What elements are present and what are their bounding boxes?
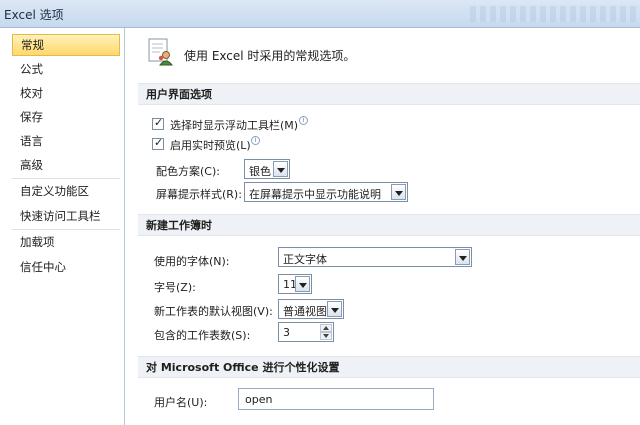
spinner-up-icon[interactable]	[320, 324, 332, 332]
screentip-style-value: 在屏幕提示中显示功能说明	[249, 188, 381, 201]
color-scheme-label: 配色方案(C):	[156, 165, 220, 178]
username-value: open	[245, 393, 273, 406]
font-value: 正文字体	[283, 253, 327, 266]
section-header-ui-options: 用户界面选项	[138, 83, 640, 105]
sidebar-item-customize-ribbon[interactable]: 自定义功能区	[12, 180, 120, 202]
font-size-label: 字号(Z):	[154, 281, 196, 294]
sheet-count-value: 3	[283, 326, 290, 339]
font-select[interactable]: 正文字体	[278, 247, 472, 267]
default-view-select[interactable]: 普通视图	[278, 299, 344, 319]
default-view-label: 新工作表的默认视图(V):	[154, 305, 273, 318]
font-label: 使用的字体(N):	[154, 255, 230, 268]
chevron-down-icon[interactable]	[295, 276, 310, 292]
sidebar-item-language[interactable]: 语言	[12, 130, 120, 152]
sheet-count-label: 包含的工作表数(S):	[154, 329, 251, 342]
titlebar-decoration	[470, 6, 640, 22]
intro-text: 使用 Excel 时采用的常规选项。	[184, 49, 356, 63]
checkmark-icon: ✓	[154, 116, 164, 129]
sidebar-item-trust-center[interactable]: 信任中心	[12, 256, 120, 278]
window-title: Excel 选项	[4, 8, 64, 22]
mini-toolbar-label: 选择时显示浮动工具栏(M)	[170, 119, 299, 132]
checkmark-icon: ✓	[154, 136, 164, 149]
title-bar: Excel 选项	[0, 0, 640, 28]
sidebar-item-advanced[interactable]: 高级	[12, 154, 120, 176]
chevron-down-icon[interactable]	[327, 301, 342, 317]
sidebar-item-formulas[interactable]: 公式	[12, 58, 120, 80]
color-scheme-select[interactable]: 银色	[244, 159, 290, 179]
options-content: 使用 Excel 时采用的常规选项。 用户界面选项 ✓ 选择时显示浮动工具栏(M…	[126, 28, 640, 425]
info-icon[interactable]: i	[251, 136, 260, 145]
font-size-select[interactable]: 11	[278, 274, 312, 294]
sidebar-item-save[interactable]: 保存	[12, 106, 120, 128]
sidebar-item-add-ins[interactable]: 加载项	[12, 231, 120, 253]
sidebar-divider	[12, 178, 120, 179]
spinner-buttons	[320, 324, 332, 340]
chevron-down-icon[interactable]	[455, 249, 470, 265]
screentip-style-label: 屏幕提示样式(R):	[156, 188, 242, 201]
color-scheme-value: 银色	[249, 165, 271, 178]
mini-toolbar-checkbox[interactable]: ✓	[152, 116, 164, 130]
live-preview-checkbox[interactable]: ✓	[152, 136, 164, 150]
sidebar-item-proofing[interactable]: 校对	[12, 82, 120, 104]
username-label: 用户名(U):	[154, 396, 208, 409]
screentip-style-select[interactable]: 在屏幕提示中显示功能说明	[244, 182, 408, 202]
sheet-count-spinner[interactable]: 3	[278, 322, 334, 342]
sidebar-item-quick-access-toolbar[interactable]: 快速访问工具栏	[12, 205, 120, 227]
default-view-value: 普通视图	[283, 305, 327, 318]
spinner-down-icon[interactable]	[320, 332, 332, 340]
chevron-down-icon[interactable]	[273, 161, 288, 177]
sidebar-divider	[12, 229, 120, 230]
section-header-new-workbook: 新建工作簿时	[138, 214, 640, 236]
section-header-personalize: 对 Microsoft Office 进行个性化设置	[138, 356, 640, 378]
general-options-icon	[148, 38, 174, 66]
chevron-down-icon[interactable]	[391, 184, 406, 200]
info-icon[interactable]: i	[299, 116, 308, 125]
options-sidebar: 常规 公式 校对 保存 语言 高级 自定义功能区 快速访问工具栏 加载项 信任中…	[0, 28, 125, 425]
username-input[interactable]: open	[238, 388, 434, 410]
sidebar-item-general[interactable]: 常规	[12, 34, 120, 56]
live-preview-label: 启用实时预览(L)	[170, 139, 251, 152]
